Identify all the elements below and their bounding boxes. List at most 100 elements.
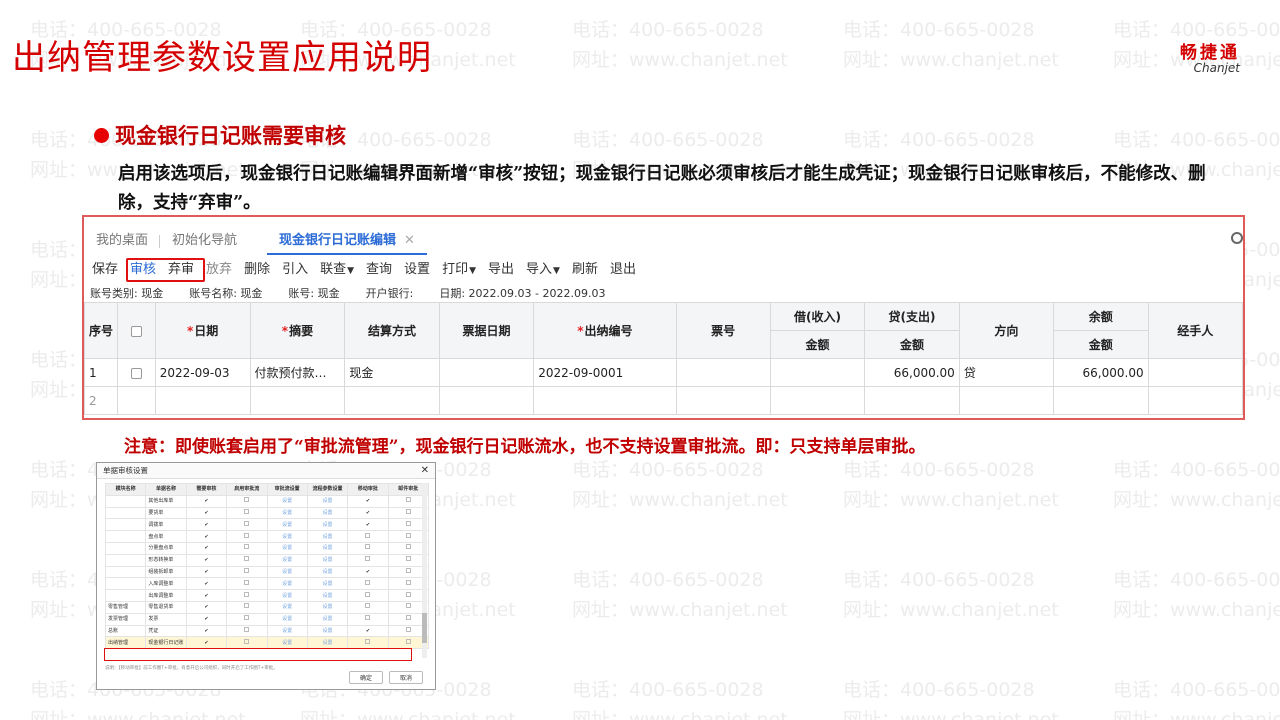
dialog-cell-param[interactable]: 设置 (306, 624, 349, 638)
empty-checkbox[interactable] (365, 579, 371, 585)
cell-bill-date[interactable] (438, 386, 535, 415)
dialog-cell-flow[interactable] (226, 541, 268, 555)
dialog-cell-mobile[interactable]: ✔ (347, 518, 389, 532)
dialog-cell-flow-set[interactable]: 设置 (266, 494, 308, 508)
toolbar-button-7[interactable]: 查询 (360, 259, 398, 281)
cell-seq[interactable]: 2 (84, 386, 119, 415)
dialog-cell-flow-set[interactable]: 设置 (266, 624, 308, 638)
dialog-cell-need[interactable]: ✔ (185, 589, 228, 602)
dialog-cell-need[interactable]: ✔ (185, 530, 228, 543)
empty-checkbox[interactable] (405, 626, 411, 632)
dialog-cell-flow-set[interactable]: 设置 (266, 612, 308, 626)
dialog-cell-param[interactable]: 设置 (306, 530, 349, 543)
empty-checkbox[interactable] (244, 520, 250, 526)
cell-balance[interactable] (1052, 386, 1149, 415)
tab-init-guide[interactable]: 初始化导航 (160, 227, 249, 255)
dialog-cell-mobile[interactable]: ✔ (347, 506, 389, 520)
dialog-cell-flow-set[interactable]: 设置 (266, 518, 308, 532)
dialog-cell-mobile[interactable]: ✔ (347, 624, 389, 638)
dialog-cell-mobile[interactable] (347, 577, 389, 591)
cell-settle[interactable]: 现金 (344, 358, 440, 387)
cell-summary[interactable] (249, 386, 346, 415)
toolbar-button-5[interactable]: 引入 (276, 259, 314, 281)
empty-checkbox[interactable] (405, 520, 411, 526)
dialog-cancel-button[interactable]: 取消 (388, 671, 423, 684)
dialog-cell-flow-set[interactable]: 设置 (266, 530, 308, 543)
dialog-cell-flow[interactable] (226, 612, 268, 626)
empty-checkbox[interactable] (244, 638, 250, 644)
empty-checkbox[interactable] (365, 603, 371, 609)
select-all-checkbox[interactable] (130, 325, 142, 337)
cell-credit[interactable]: 66,000.00 (864, 358, 960, 387)
dialog-cell-param[interactable]: 设置 (306, 553, 349, 567)
tab-my-desktop[interactable]: 我的桌面 (84, 227, 161, 255)
dialog-cell-flow-set[interactable]: 设置 (266, 636, 308, 650)
empty-checkbox[interactable] (244, 556, 250, 562)
empty-checkbox[interactable] (365, 544, 371, 550)
cell-date[interactable] (154, 386, 251, 415)
dialog-cell-mobile[interactable]: ✔ (347, 565, 389, 579)
dialog-cell-need[interactable]: ✔ (185, 612, 228, 626)
cell-handler[interactable] (1147, 386, 1243, 415)
row-checkbox-cell[interactable] (117, 358, 156, 387)
dialog-cell-flow[interactable] (226, 600, 268, 614)
empty-checkbox[interactable] (244, 532, 250, 538)
cell-seq[interactable]: 1 (84, 358, 119, 387)
dialog-cell-param[interactable]: 设置 (306, 600, 349, 614)
close-icon[interactable]: ✕ (404, 233, 415, 248)
toolbar-button-13[interactable]: 退出 (604, 259, 642, 281)
cell-settle[interactable] (344, 386, 440, 415)
empty-checkbox[interactable] (244, 626, 250, 632)
toolbar-button-11[interactable]: 导入▼ (520, 259, 566, 282)
empty-checkbox[interactable] (244, 497, 250, 503)
table-row[interactable]: 2 (84, 386, 1243, 415)
dialog-cell-need[interactable]: ✔ (185, 565, 228, 579)
dialog-cell-param[interactable]: 设置 (306, 506, 349, 520)
dialog-cell-param[interactable]: 设置 (306, 565, 349, 579)
empty-checkbox[interactable] (405, 508, 411, 514)
toolbar-button-12[interactable]: 刷新 (566, 259, 604, 281)
dialog-ok-button[interactable]: 确定 (348, 671, 383, 684)
empty-checkbox[interactable] (405, 638, 411, 644)
dialog-cell-flow[interactable] (226, 553, 268, 567)
empty-checkbox[interactable] (244, 567, 250, 573)
cell-direction[interactable] (958, 386, 1054, 415)
circle-icon[interactable] (1231, 232, 1243, 244)
dialog-cell-flow[interactable] (226, 577, 268, 591)
empty-checkbox[interactable] (405, 603, 411, 609)
dialog-cell-param[interactable]: 设置 (306, 518, 349, 532)
empty-checkbox[interactable] (244, 579, 250, 585)
empty-checkbox[interactable] (405, 497, 411, 503)
dialog-cell-mobile[interactable]: ✔ (347, 494, 389, 508)
empty-checkbox[interactable] (244, 544, 250, 550)
dialog-cell-mobile[interactable] (347, 541, 389, 555)
dialog-cell-param[interactable]: 设置 (306, 541, 349, 555)
dialog-cell-param[interactable]: 设置 (306, 577, 349, 591)
dialog-cell-flow-set[interactable]: 设置 (266, 600, 308, 614)
toolbar-button-9[interactable]: 打印▼ (436, 259, 482, 282)
dialog-cell-mobile[interactable] (347, 530, 389, 543)
dialog-cell-need[interactable]: ✔ (185, 541, 228, 555)
dialog-cell-flow[interactable] (226, 589, 268, 602)
dialog-cell-need[interactable]: ✔ (185, 506, 228, 520)
dialog-cell-need[interactable]: ✔ (185, 494, 228, 508)
dialog-cell-mobile[interactable] (347, 553, 389, 567)
toolbar-button-10[interactable]: 导出 (482, 259, 520, 281)
dialog-cell-flow[interactable] (226, 624, 268, 638)
dialog-cell-mobile[interactable] (347, 589, 389, 602)
cell-bill-no[interactable] (675, 358, 771, 387)
dialog-cell-flow[interactable] (226, 518, 268, 532)
tab-journal-edit[interactable]: 现金银行日记账编辑 ✕ (267, 227, 427, 255)
dialog-cell-need[interactable]: ✔ (185, 624, 228, 638)
empty-checkbox[interactable] (244, 603, 250, 609)
dialog-cell-flow-set[interactable]: 设置 (266, 553, 308, 567)
row-checkbox-cell[interactable] (117, 386, 156, 415)
cell-debit[interactable] (769, 358, 866, 387)
cell-handler[interactable] (1147, 358, 1243, 387)
cell-debit[interactable] (769, 386, 866, 415)
empty-checkbox[interactable] (405, 544, 411, 550)
cell-direction[interactable]: 贷 (958, 358, 1054, 387)
toolbar-button-6[interactable]: 联查▼ (314, 259, 360, 282)
dialog-cell-flow[interactable] (226, 565, 268, 579)
cell-date[interactable]: 2022-09-03 (154, 358, 251, 387)
